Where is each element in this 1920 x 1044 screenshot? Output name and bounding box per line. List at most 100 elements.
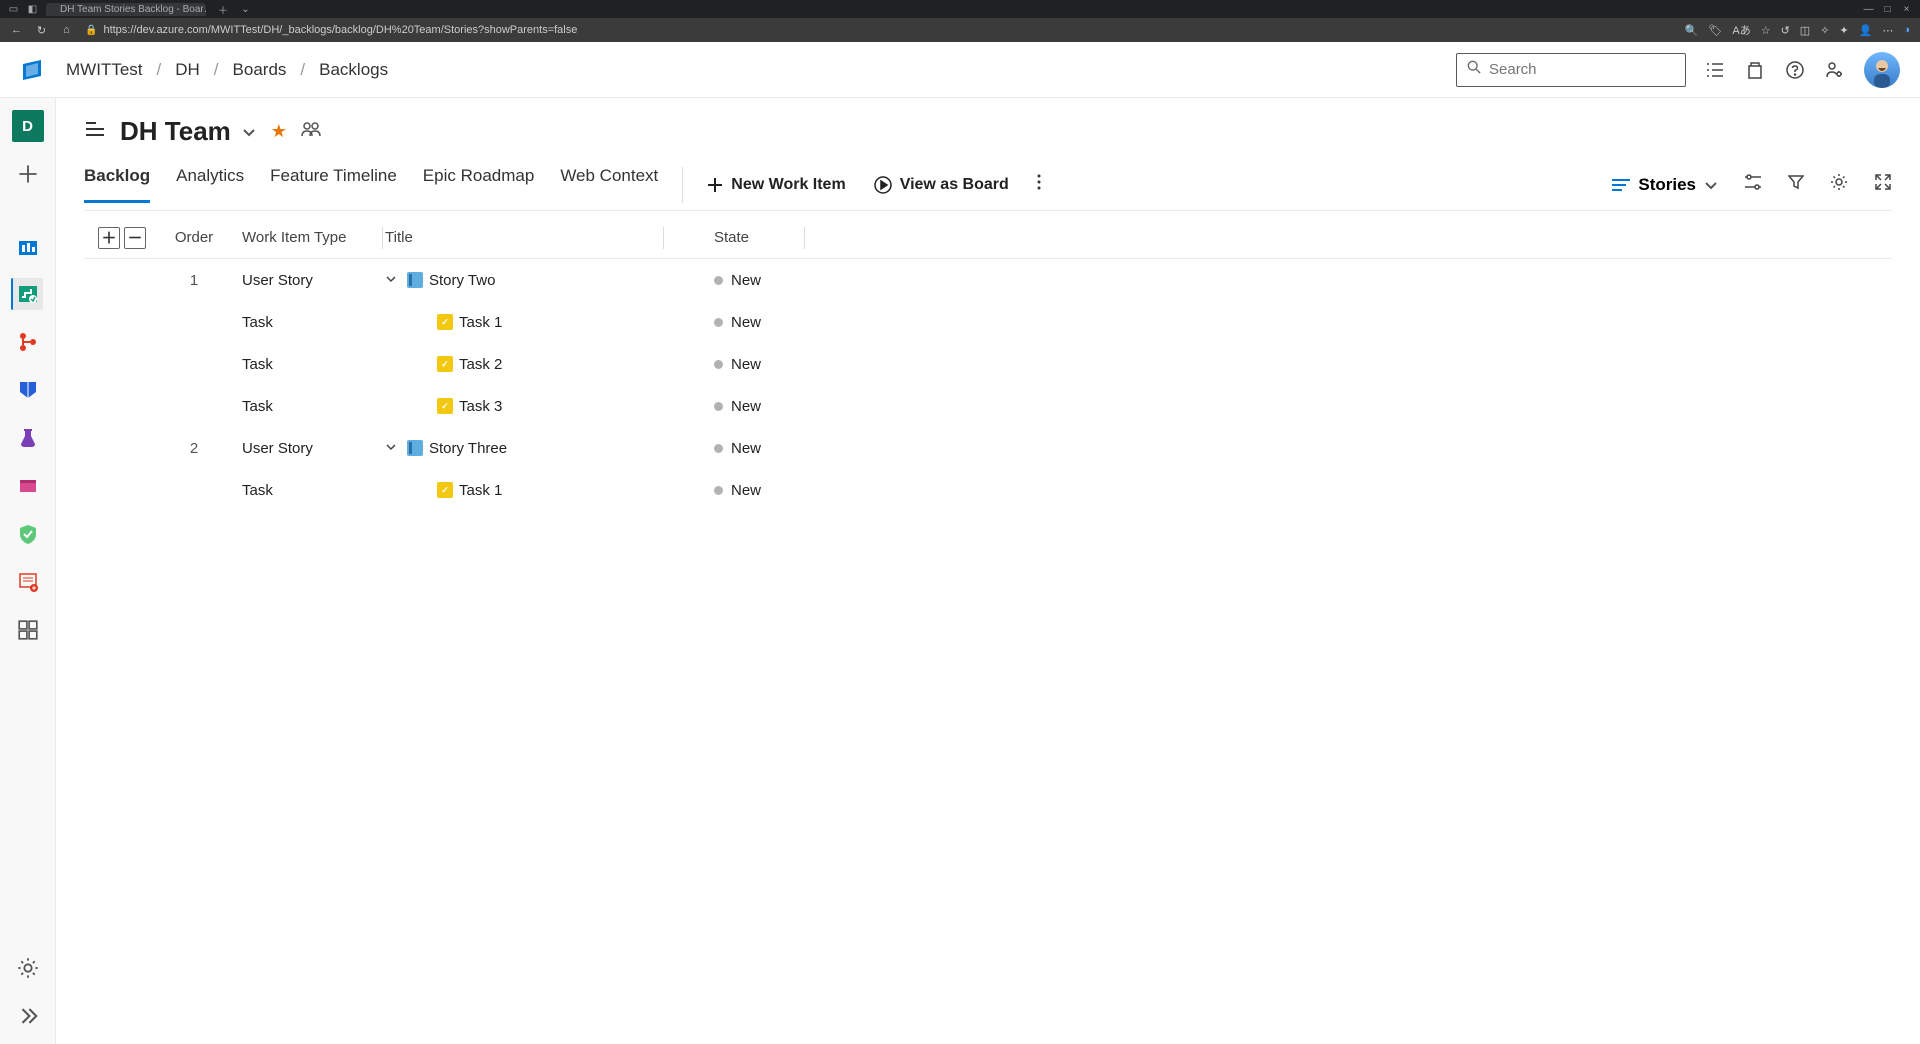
column-options-icon[interactable] [1744, 174, 1762, 195]
column-header-title[interactable]: Title [383, 229, 663, 246]
collapse-all-button[interactable]: － [124, 227, 146, 249]
settings-icon[interactable] [1830, 173, 1848, 196]
cell-title[interactable]: Task 3 [383, 398, 663, 415]
back-button[interactable]: ← [10, 24, 23, 36]
breadcrumb-project[interactable]: DH [175, 60, 200, 80]
table-body: 1User StoryStory TwoNewTaskTask 1NewTask… [84, 259, 1892, 511]
extensions-icon[interactable]: ✦ [1839, 24, 1848, 37]
chevron-down-icon[interactable] [385, 272, 401, 289]
nav-repos[interactable] [12, 326, 44, 358]
state-dot-icon [714, 276, 723, 285]
nav-overview[interactable] [12, 230, 44, 262]
table-row[interactable]: TaskTask 1New [84, 301, 1892, 343]
cell-title[interactable]: Task 1 [383, 482, 663, 499]
help-icon[interactable] [1784, 59, 1806, 81]
nav-wiki[interactable] [12, 566, 44, 598]
side-panel-toggle-icon[interactable] [84, 118, 106, 145]
breadcrumb-sep: / [157, 60, 162, 80]
breadcrumb-sep: / [300, 60, 305, 80]
state-dot-icon [714, 360, 723, 369]
cell-title[interactable]: Task 1 [383, 314, 663, 331]
tab-epic-roadmap[interactable]: Epic Roadmap [423, 166, 535, 203]
favorite-icon[interactable]: ☆ [1761, 24, 1771, 37]
nav-compliance[interactable] [12, 518, 44, 550]
zoom-icon[interactable]: 🔍 [1685, 24, 1699, 37]
tab-web-context[interactable]: Web Context [560, 166, 658, 203]
breadcrumb-org[interactable]: MWITTest [66, 60, 143, 80]
cell-title[interactable]: Task 2 [383, 356, 663, 373]
shopping-icon[interactable]: 🏷 [1708, 24, 1722, 37]
nav-artifacts[interactable] [12, 470, 44, 502]
new-work-item-label: New Work Item [731, 176, 845, 194]
chevron-down-icon[interactable] [385, 440, 401, 457]
fullscreen-icon[interactable] [1874, 173, 1892, 196]
nav-settings[interactable] [12, 952, 44, 984]
menu-icon[interactable]: ⋯ [1882, 24, 1893, 37]
new-item-button[interactable] [12, 158, 44, 190]
tab-actions-icon[interactable]: ▭ [8, 4, 19, 15]
task-icon [437, 314, 453, 330]
work-items-icon[interactable] [1704, 59, 1726, 81]
filter-icon[interactable] [1788, 174, 1804, 195]
home-button[interactable]: ⌂ [60, 24, 73, 36]
browser-tab[interactable]: DH Team Stories Backlog - Boar… × [46, 3, 206, 16]
nav-testplans[interactable] [12, 422, 44, 454]
left-nav-rail: D [0, 98, 56, 1044]
breadcrumb-area[interactable]: Boards [233, 60, 287, 80]
cell-title[interactable]: Story Two [383, 272, 663, 289]
column-header-order[interactable]: Order [154, 229, 234, 246]
cell-title[interactable]: Story Three [383, 440, 663, 457]
work-item-title: Story Two [429, 272, 495, 289]
column-header-state[interactable]: State [664, 229, 804, 246]
tab-backlog[interactable]: Backlog [84, 166, 150, 203]
breadcrumb-page[interactable]: Backlogs [319, 60, 388, 80]
table-row[interactable]: TaskTask 2New [84, 343, 1892, 385]
table-row[interactable]: TaskTask 1New [84, 469, 1892, 511]
state-dot-icon [714, 402, 723, 411]
favorites-list-icon[interactable]: ✧ [1820, 24, 1829, 37]
browser-addressbar: ← ↻ ⌂ 🔒 https://dev.azure.com/MWITTest/D… [0, 18, 1920, 42]
team-members-icon[interactable] [301, 121, 321, 142]
url-field[interactable]: 🔒 https://dev.azure.com/MWITTest/DH/_bac… [85, 24, 1673, 36]
refresh-button[interactable]: ↻ [35, 24, 48, 37]
more-actions-icon[interactable] [1037, 174, 1041, 195]
column-header-type[interactable]: Work Item Type [234, 229, 382, 246]
project-switcher[interactable]: D [12, 110, 44, 142]
cell-state: New [664, 482, 804, 499]
avatar[interactable] [1864, 52, 1900, 88]
new-work-item-button[interactable]: New Work Item [707, 176, 845, 194]
user-settings-icon[interactable] [1824, 59, 1846, 81]
nav-boards[interactable] [11, 278, 43, 310]
split-screen-icon[interactable]: ◫ [1800, 24, 1810, 37]
sync-icon[interactable]: ↺ [1781, 24, 1790, 37]
table-row[interactable]: 1User StoryStory TwoNew [84, 259, 1892, 301]
bing-icon[interactable]: ◑ [1903, 24, 1910, 36]
team-picker[interactable]: DH Team [120, 116, 257, 147]
nav-pipelines[interactable] [12, 374, 44, 406]
tab-dropdown-icon[interactable]: ⌄ [240, 4, 251, 15]
tab-analytics[interactable]: Analytics [176, 166, 244, 203]
new-tab-button[interactable]: ＋ [214, 2, 232, 17]
view-as-board-button[interactable]: View as Board [874, 176, 1009, 194]
vertical-tabs-icon[interactable]: ◧ [27, 4, 38, 15]
profile-icon[interactable]: 👤 [1859, 24, 1873, 37]
nav-extensions[interactable] [12, 614, 44, 646]
window-minimize-icon[interactable]: — [1863, 4, 1874, 15]
nav-expand[interactable] [12, 1000, 44, 1032]
list-icon [1612, 178, 1630, 192]
favorite-star-icon[interactable]: ★ [271, 121, 287, 142]
table-row[interactable]: 2User StoryStory ThreeNew [84, 427, 1892, 469]
search-input[interactable] [1489, 61, 1688, 78]
azure-devops-logo-icon[interactable] [20, 58, 44, 82]
backlog-level-picker[interactable]: Stories [1612, 175, 1718, 195]
state-label: New [731, 356, 761, 373]
read-aloud-icon[interactable]: Aあ [1732, 22, 1750, 38]
window-close-icon[interactable]: × [1901, 4, 1912, 15]
task-icon [437, 356, 453, 372]
table-row[interactable]: TaskTask 3New [84, 385, 1892, 427]
search-box[interactable] [1456, 53, 1686, 87]
expand-all-button[interactable]: ＋ [98, 227, 120, 249]
tab-feature-timeline[interactable]: Feature Timeline [270, 166, 397, 203]
marketplace-icon[interactable] [1744, 59, 1766, 81]
window-maximize-icon[interactable]: □ [1882, 4, 1893, 15]
